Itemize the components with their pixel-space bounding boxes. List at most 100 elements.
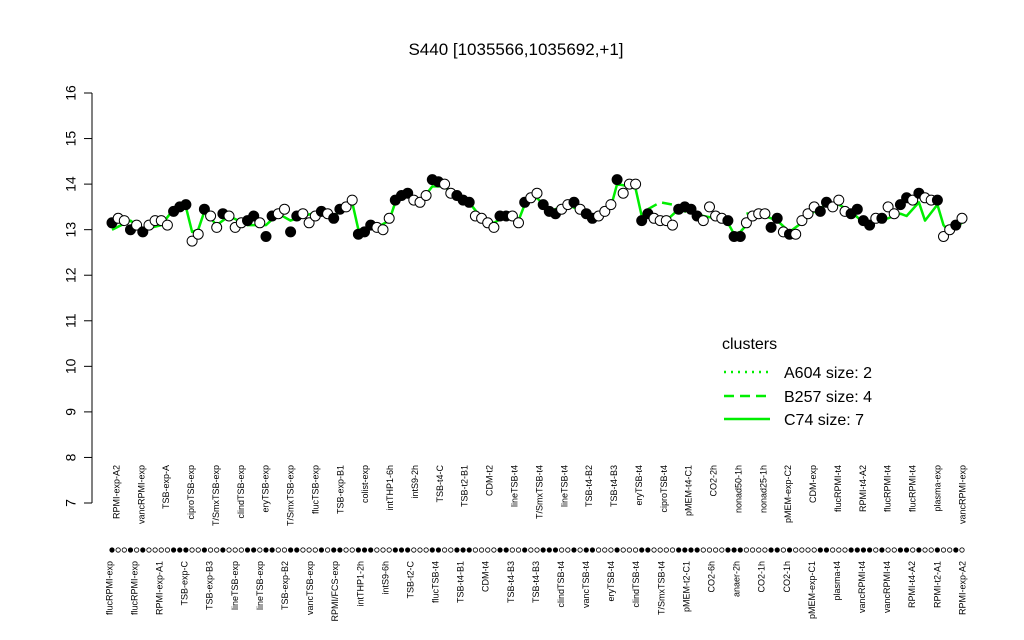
data-points [106, 174, 968, 247]
data-point [161, 219, 173, 231]
rug-dot [337, 547, 343, 553]
rug-dot [140, 547, 146, 553]
bottom-condition-label: CO2-6h [706, 561, 716, 593]
rug-dot [244, 547, 251, 553]
bottom-condition-label: RPMI-exp-A2 [957, 561, 967, 615]
bottom-condition-label: TSB-t4-B1 [456, 561, 466, 603]
rug-dot [559, 547, 565, 553]
data-point [223, 210, 235, 222]
rug-dot [583, 547, 589, 553]
rug-dot [626, 547, 632, 553]
rug-dot [368, 547, 374, 553]
rug-dot [737, 547, 743, 553]
bottom-condition-label: TSB-t2-C [405, 561, 415, 599]
rug-dot [934, 547, 940, 553]
y-tick-label: 7 [63, 499, 79, 507]
rug-dot [682, 547, 688, 553]
top-condition-label: lineTSB-t4 [509, 465, 519, 507]
legend-label-a604: A604 size: 2 [784, 365, 872, 382]
data-point [704, 201, 715, 213]
data-point [118, 215, 130, 227]
data-point [488, 221, 500, 233]
rug-dot [805, 547, 811, 553]
rug-dot [522, 547, 528, 553]
rug-dot [916, 547, 922, 553]
rug-dot [127, 547, 134, 553]
rug-dot [355, 547, 361, 553]
top-condition-label: vancRPMI-exp [957, 465, 967, 524]
bottom-condition-label: intS9-6h [380, 561, 390, 595]
rug-dot [879, 547, 885, 553]
rug-dot [454, 547, 460, 553]
rug-dot [109, 547, 115, 553]
bottom-condition-label: RPMI-exp-A1 [155, 561, 165, 615]
bottom-condition-label: CDM-t4 [481, 561, 491, 592]
bottom-condition-label: pMEM-t2-C1 [681, 561, 691, 612]
top-condition-label: TSB-t4-B3 [609, 465, 619, 507]
rug-dot [423, 547, 429, 553]
top-condition-label: colist-exp [360, 465, 370, 503]
rug-dot [442, 547, 448, 553]
rug-dot [121, 547, 127, 553]
rug-dot [620, 547, 626, 553]
rug-dot [189, 547, 195, 553]
data-point [328, 212, 340, 224]
bottom-condition-label: flucTSB-t4 [431, 561, 441, 603]
top-condition-label: CDM-t2 [485, 465, 495, 496]
top-condition-label: eryTSB-t4 [634, 465, 644, 506]
rug-dot [349, 547, 355, 553]
rug-dot [207, 547, 214, 553]
top-condition-label: T/SmxTSB-exp [286, 465, 296, 526]
rug-dot [164, 547, 171, 553]
rug-dot [448, 547, 454, 553]
data-point [931, 194, 943, 206]
data-point [383, 212, 395, 224]
rug-dot [922, 547, 928, 553]
rug-dot [608, 547, 614, 553]
rug-dot [392, 547, 398, 553]
rug-dot [158, 547, 164, 553]
bottom-condition-label: pMEM-exp-C1 [807, 561, 817, 619]
rug-dot [263, 547, 269, 553]
rug-dot [312, 547, 318, 553]
rug-dot [300, 547, 306, 553]
rug-dot [503, 547, 509, 553]
rug-dot [823, 547, 830, 553]
data-point [605, 199, 617, 211]
top-condition-label: TSB-t4-C [435, 465, 445, 503]
rug-dot [201, 547, 207, 553]
rug-dot [509, 547, 515, 553]
rug-dot [595, 547, 602, 553]
rug-dot [811, 547, 817, 553]
rug-dot [774, 547, 780, 553]
data-point [667, 219, 678, 231]
top-condition-label: T/SmxTSB-exp [211, 465, 221, 526]
chart-title: S440 [1035566,1035692,+1] [408, 40, 623, 59]
rug-dot [589, 547, 596, 553]
data-point [630, 178, 642, 190]
data-point [814, 205, 826, 217]
rug-dot [485, 547, 491, 553]
rug-dot [663, 547, 669, 553]
rug-dot [288, 547, 294, 553]
data-point [765, 221, 777, 233]
top-condition-label: flucRPMI-t4 [883, 465, 893, 512]
rug-dot [146, 547, 152, 553]
rug-dot [183, 547, 189, 553]
rug-dot [867, 547, 873, 553]
y-tick-label: 9 [63, 408, 79, 416]
rug-dot [281, 547, 288, 553]
rug-dot [152, 547, 158, 553]
legend-title: clusters [722, 336, 777, 353]
rug-dot [170, 547, 177, 553]
data-point [876, 212, 888, 224]
rug-dot [251, 547, 257, 553]
top-condition-label: ciproTSB-t4 [659, 465, 669, 513]
top-condition-label: plasma-exp [932, 465, 942, 512]
rug-dot [953, 547, 959, 553]
rug-dot [749, 547, 756, 553]
rug-dot [361, 547, 368, 553]
bottom-condition-label: CO2-1h [757, 561, 767, 593]
bottom-condition-label: lineTSB-exp [255, 561, 265, 610]
data-point [377, 224, 389, 236]
